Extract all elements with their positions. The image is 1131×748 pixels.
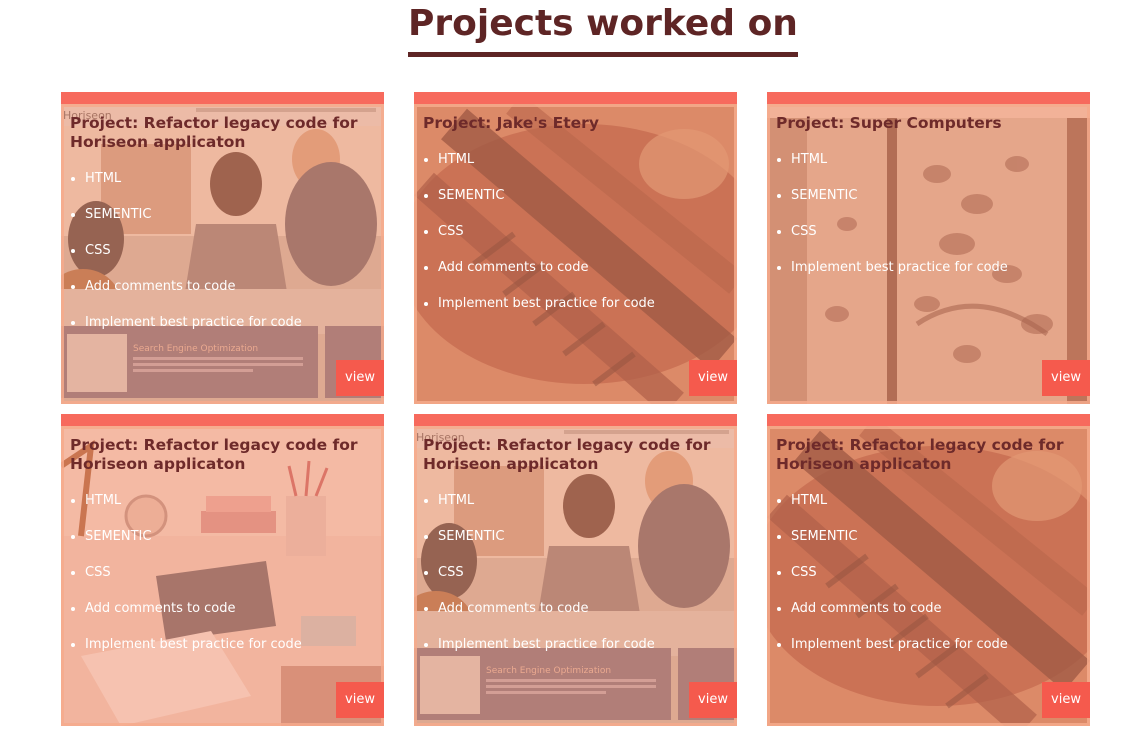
skill-item: SEMENTIC [85, 207, 302, 243]
skill-item: CSS [438, 565, 655, 601]
view-button[interactable]: view [689, 360, 737, 396]
skill-item: HTML [438, 152, 655, 188]
project-card: Horiseon Search Engine Optimization Proj… [414, 414, 737, 726]
skill-item: SEMENTIC [438, 529, 655, 565]
skill-item: HTML [791, 493, 1008, 529]
skill-item: HTML [791, 152, 1008, 188]
skills-list: HTML SEMENTIC CSS Add comments to code I… [69, 171, 302, 351]
project-title: Project: Jake's Etery [423, 114, 599, 132]
skill-item: Implement best practice for code [85, 637, 302, 673]
skill-item: Add comments to code [85, 279, 302, 315]
skill-item: SEMENTIC [791, 188, 1008, 224]
project-title: Project: Refactor legacy code for Horise… [70, 114, 358, 151]
skill-item: CSS [438, 224, 655, 260]
skill-item: Add comments to code [438, 260, 655, 296]
project-card: Project: Super Computers HTML SEMENTIC C… [767, 92, 1090, 404]
view-button[interactable]: view [336, 682, 384, 718]
skill-item: CSS [85, 565, 302, 601]
skills-list: HTML SEMENTIC CSS Add comments to code I… [422, 493, 655, 673]
skill-item: CSS [791, 565, 1008, 601]
skill-item: SEMENTIC [85, 529, 302, 565]
skill-item: CSS [791, 224, 1008, 260]
skills-list: HTML SEMENTIC CSS Implement best practic… [775, 152, 1008, 296]
skill-item: Implement best practice for code [85, 315, 302, 351]
project-card: Project: Refactor legacy code for Horise… [61, 414, 384, 726]
skill-item: HTML [438, 493, 655, 529]
skill-item: CSS [85, 243, 302, 279]
project-title: Project: Refactor legacy code for Horise… [423, 436, 711, 473]
skill-item: HTML [85, 171, 302, 207]
skill-item: SEMENTIC [791, 529, 1008, 565]
skill-item: Implement best practice for code [438, 637, 655, 673]
view-button[interactable]: view [689, 682, 737, 718]
skill-item: Implement best practice for code [438, 296, 655, 332]
view-button[interactable]: view [336, 360, 384, 396]
project-card: Project: Jake's Etery HTML SEMENTIC CSS … [414, 92, 737, 404]
view-button[interactable]: view [1042, 682, 1090, 718]
skill-item: HTML [85, 493, 302, 529]
project-title: Project: Refactor legacy code for Horise… [776, 436, 1064, 473]
view-button[interactable]: view [1042, 360, 1090, 396]
skill-item: Add comments to code [438, 601, 655, 637]
skill-item: Implement best practice for code [791, 260, 1008, 296]
project-title: Project: Refactor legacy code for Horise… [70, 436, 358, 473]
project-title: Project: Super Computers [776, 114, 1002, 132]
skills-list: HTML SEMENTIC CSS Add comments to code I… [775, 493, 1008, 673]
skill-item: Add comments to code [85, 601, 302, 637]
page-title: Projects worked on [408, 2, 798, 57]
skill-item: Implement best practice for code [791, 637, 1008, 673]
skills-list: HTML SEMENTIC CSS Add comments to code I… [422, 152, 655, 332]
skill-item: Add comments to code [791, 601, 1008, 637]
project-card: Horiseon Search Engine Optimization Proj… [61, 92, 384, 404]
skills-list: HTML SEMENTIC CSS Add comments to code I… [69, 493, 302, 673]
project-card: Project: Refactor legacy code for Horise… [767, 414, 1090, 726]
skill-item: SEMENTIC [438, 188, 655, 224]
